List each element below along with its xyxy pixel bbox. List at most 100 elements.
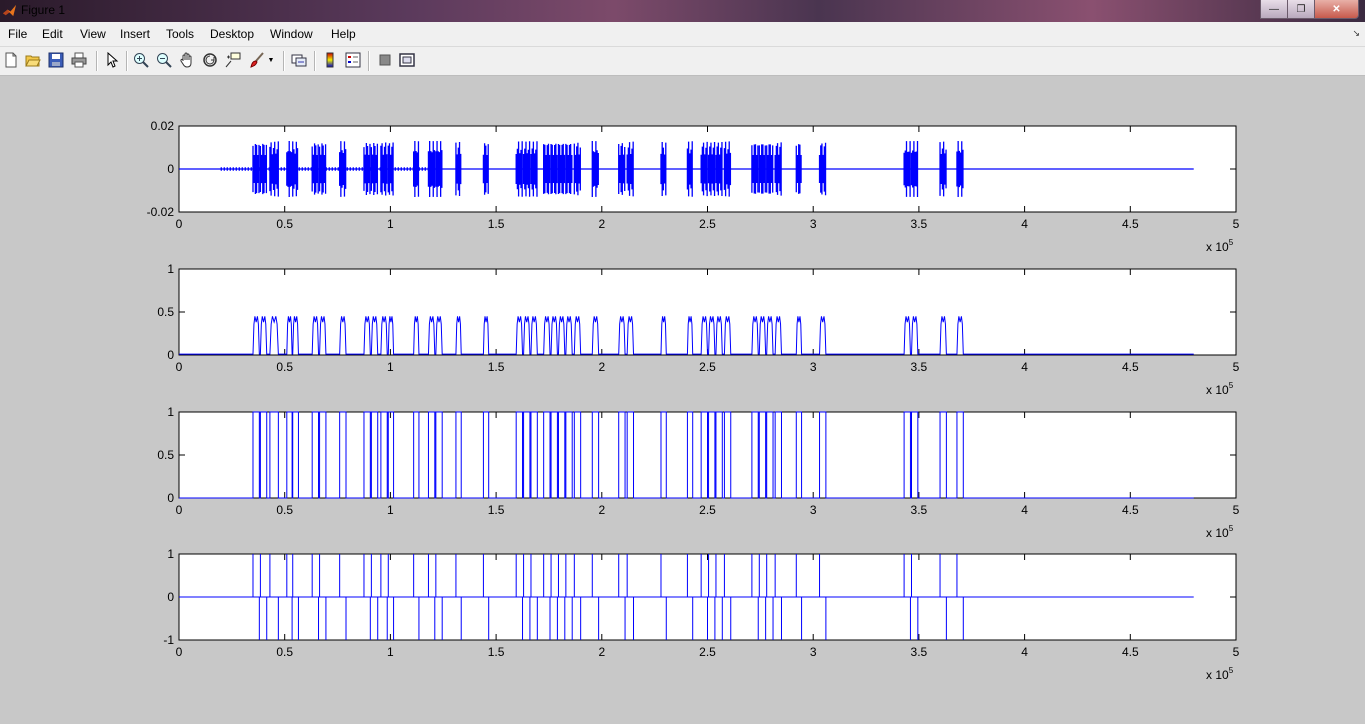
menu-window[interactable]: Window (270, 27, 313, 41)
x-tick-label: 3.5 (911, 645, 928, 659)
x-tick-label: 2 (598, 645, 605, 659)
restore-button[interactable]: ❐ (1287, 0, 1315, 19)
x-tick-label: 3.5 (911, 503, 928, 517)
x-tick-label: 4 (1021, 217, 1028, 231)
minimize-button[interactable]: — (1260, 0, 1288, 19)
y-tick-label: 0.02 (151, 119, 175, 133)
minimize-icon: — (1269, 3, 1279, 15)
data-cursor-button[interactable] (224, 51, 242, 69)
menu-help[interactable]: Help (331, 27, 356, 41)
brush-dropdown-button[interactable]: ▼ (266, 51, 276, 69)
x-tick-label: 0 (176, 360, 183, 374)
pan-hand-icon (180, 52, 192, 68)
x-tick-label: 5 (1233, 645, 1240, 659)
x-tick-label: 1.5 (488, 503, 505, 517)
print-icon (71, 52, 87, 68)
axes-4: 0 0.5 1 1.5 2 2.5 3 3.5 4 4.5 5-101x 105 (163, 547, 1239, 682)
menu-desktop[interactable]: Desktop (210, 27, 254, 41)
x-tick-label: 0 (176, 217, 183, 231)
open-file-icon (25, 55, 41, 67)
figure-canvas[interactable]: 0 0.5 1 1.5 2 2.5 3 3.5 4 4.5 5 -0.02 0 0.02 x 105 0 0.5… (0, 76, 1365, 724)
brush-button[interactable] (248, 51, 266, 69)
x-tick-label: 4.5 (1122, 503, 1139, 517)
x-tick-label: 4 (1021, 645, 1028, 659)
x-tick-label: 2.5 (699, 360, 716, 374)
x-tick-label: 1 (387, 217, 394, 231)
close-button[interactable]: ✕ (1314, 0, 1359, 19)
save-icon (48, 52, 64, 68)
open-file-button[interactable] (24, 51, 42, 69)
figure-plots: 0 0.5 1 1.5 2 2.5 3 3.5 4 4.5 5-0.0200.02x 1050 0.5… (147, 119, 1240, 682)
menu-insert[interactable]: Insert (120, 27, 150, 41)
close-icon: ✕ (1332, 3, 1341, 15)
edit-plot-button[interactable] (103, 51, 121, 69)
zoom-out-icon (157, 53, 172, 68)
show-plot-tools-button[interactable] (398, 51, 416, 69)
menu-bar: File Edit View Insert Tools Desktop Wind… (0, 22, 1365, 47)
figure-toolbar: ▼ (0, 47, 1365, 76)
x-tick-label: 3 (810, 503, 817, 517)
y-tick-label: 0.5 (157, 448, 174, 462)
rotate-3d-button[interactable] (201, 51, 219, 69)
x-tick-label: 0.5 (276, 360, 293, 374)
dock-figure-icon[interactable]: ↘ (1352, 28, 1360, 39)
x-tick-label: 4.5 (1122, 217, 1139, 231)
rotate-3d-icon (203, 53, 217, 67)
axes-2: 0 0.5 1 1.5 2 2.5 3 3.5 4 4.5 5 0 0.5 1 x 105 (157, 262, 1239, 397)
x-exponent-label: x 105 (1206, 381, 1234, 397)
legend-icon (345, 52, 361, 68)
y-tick-label: 0 (167, 162, 174, 176)
zoom-in-button[interactable] (132, 51, 150, 69)
y-tick-label: 1 (167, 262, 174, 276)
y-tick-label: 0 (167, 348, 174, 362)
show-plot-tools-icon (399, 53, 415, 67)
x-tick-label: 1 (387, 503, 394, 517)
window-titlebar[interactable]: Figure 1 — ❐ ✕ (0, 0, 1365, 22)
restore-icon: ❐ (1296, 3, 1306, 15)
pan-button[interactable] (178, 51, 196, 69)
x-exponent-label: x 105 (1206, 238, 1234, 254)
x-tick-label: 1 (387, 360, 394, 374)
menu-edit[interactable]: Edit (42, 27, 63, 41)
menu-tools[interactable]: Tools (166, 27, 194, 41)
x-tick-label: 0.5 (276, 217, 293, 231)
x-tick-label: 4.5 (1122, 645, 1139, 659)
colorbar-button[interactable] (321, 51, 339, 69)
x-tick-label: 2 (598, 360, 605, 374)
menu-view[interactable]: View (80, 27, 106, 41)
axes-3: 0 0.5 1 1.5 2 2.5 3 3.5 4 4.5 5 0 0.5 1 x 105 (157, 405, 1239, 540)
x-tick-label: 4 (1021, 360, 1028, 374)
y-tick-label: -1 (163, 633, 174, 647)
hide-plot-tools-icon (379, 54, 391, 66)
y-tick-label: -0.02 (147, 205, 175, 219)
new-figure-button[interactable] (2, 51, 20, 69)
y-tick-label: 0 (167, 590, 174, 604)
chevron-down-icon: ▼ (267, 56, 275, 64)
window-title: Figure 1 (21, 3, 66, 17)
x-tick-label: 3 (810, 360, 817, 374)
x-tick-label: 3 (810, 645, 817, 659)
menu-file[interactable]: File (8, 27, 27, 41)
colorbar-icon (326, 52, 334, 68)
zoom-in-icon (134, 53, 149, 68)
x-tick-label: 2.5 (699, 645, 716, 659)
x-tick-label: 4.5 (1122, 360, 1139, 374)
x-tick-label: 0.5 (276, 503, 293, 517)
new-figure-icon (5, 52, 17, 68)
x-tick-label: 3.5 (911, 217, 928, 231)
link-plot-button[interactable] (290, 51, 308, 69)
print-button[interactable] (70, 51, 88, 69)
x-tick-label: 5 (1233, 503, 1240, 517)
save-button[interactable] (47, 51, 65, 69)
y-tick-label: 1 (167, 547, 174, 561)
legend-button[interactable] (344, 51, 362, 69)
x-tick-label: 5 (1233, 217, 1240, 231)
x-tick-label: 0 (176, 645, 183, 659)
zoom-out-button[interactable] (155, 51, 173, 69)
x-tick-label: 3.5 (911, 360, 928, 374)
axes-1: 0 0.5 1 1.5 2 2.5 3 3.5 4 4.5 5-0.0200.02x 105 (147, 119, 1240, 254)
y-tick-label: 0.5 (157, 305, 174, 319)
hide-plot-tools-button[interactable] (376, 51, 394, 69)
x-tick-label: 2 (598, 217, 605, 231)
x-exponent-label: x 105 (1206, 524, 1234, 540)
